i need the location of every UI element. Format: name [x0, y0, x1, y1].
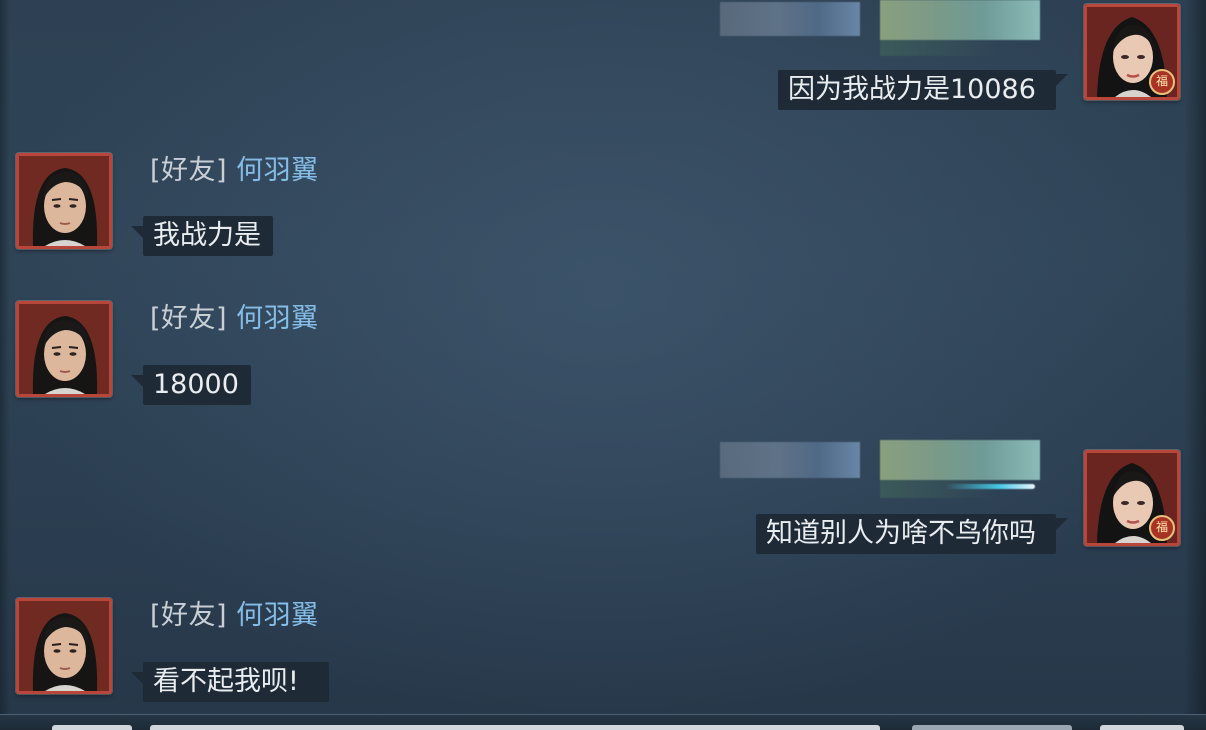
sender-line: [好友] 何羽翼 [150, 601, 319, 631]
chat-message-outgoing: 知道别人为啥不鸟你吗 福 [0, 440, 1206, 560]
message-text: 看不起我呗! [153, 666, 299, 697]
sender-line: [好友] 何羽翼 [150, 304, 319, 334]
emoji-button[interactable] [912, 725, 1072, 730]
fu-badge-icon: 福 [1149, 515, 1175, 541]
friend-avatar[interactable] [16, 153, 112, 249]
friend-avatar[interactable] [16, 301, 112, 397]
male-character-portrait [19, 304, 109, 394]
friend-tag: [好友] [150, 600, 228, 631]
chat-message-incoming: [好友] 何羽翼 我战力是 [0, 150, 700, 260]
obscured-sender-name [720, 440, 1040, 498]
obscured-sender-name [720, 0, 1040, 56]
send-button[interactable] [1100, 725, 1184, 730]
chat-panel: 因为我战力是10086 福 [好友] 何羽翼 我战力是 [好友] 何羽翼 180… [0, 0, 1206, 730]
friend-tag: [好友] [150, 155, 228, 186]
friend-name[interactable]: 何羽翼 [236, 600, 319, 631]
male-character-portrait [19, 601, 109, 691]
friend-tag: [好友] [150, 303, 228, 334]
message-bubble[interactable]: 因为我战力是10086 [778, 70, 1068, 110]
friend-avatar[interactable] [16, 598, 112, 694]
chat-message-incoming: [好友] 何羽翼 看不起我呗! [0, 595, 700, 710]
message-bubble[interactable]: 18000 [131, 365, 251, 405]
message-text: 我战力是 [153, 220, 261, 251]
message-bubble[interactable]: 知道别人为啥不鸟你吗 [756, 514, 1068, 554]
message-bubble[interactable]: 看不起我呗! [131, 662, 329, 702]
message-text: 18000 [153, 369, 239, 400]
friend-name[interactable]: 何羽翼 [236, 303, 319, 334]
message-bubble[interactable]: 我战力是 [131, 216, 273, 256]
chat-input-field[interactable] [150, 725, 880, 730]
fu-badge-icon: 福 [1149, 69, 1175, 95]
self-avatar[interactable]: 福 [1084, 4, 1180, 100]
self-avatar[interactable]: 福 [1084, 450, 1180, 546]
male-character-portrait [19, 156, 109, 246]
chat-input-bar [0, 714, 1206, 730]
chat-message-outgoing: 因为我战力是10086 福 [0, 0, 1206, 110]
channel-button[interactable] [52, 725, 132, 730]
message-text: 因为我战力是10086 [788, 74, 1036, 105]
friend-name[interactable]: 何羽翼 [236, 155, 319, 186]
sender-line: [好友] 何羽翼 [150, 156, 319, 186]
chat-message-incoming: [好友] 何羽翼 18000 [0, 298, 700, 408]
message-text: 知道别人为啥不鸟你吗 [766, 518, 1036, 549]
